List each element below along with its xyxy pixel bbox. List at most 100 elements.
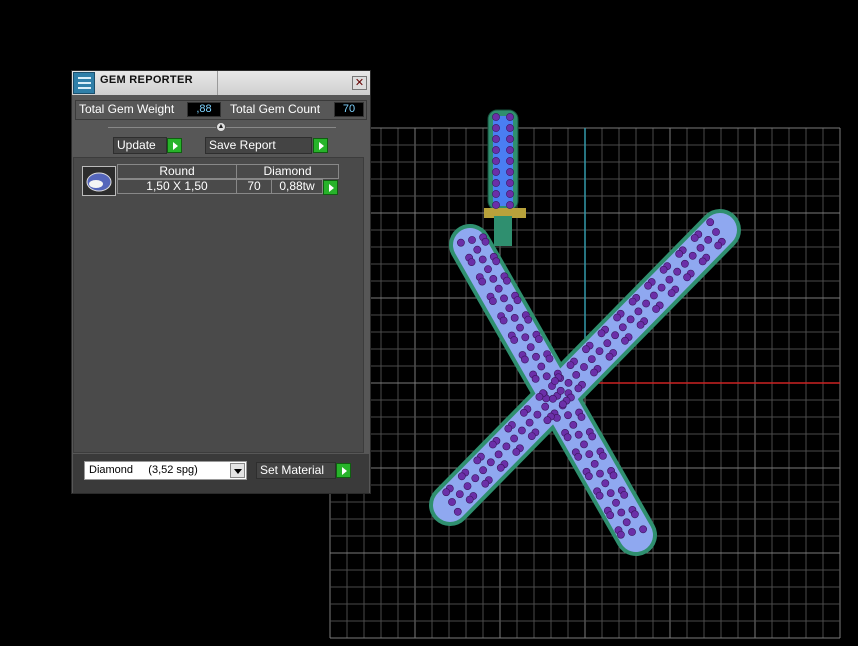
set-material-arrow-icon[interactable]	[336, 463, 351, 478]
title-separator	[217, 71, 218, 95]
gem-stone	[606, 511, 615, 520]
gem-stone	[524, 315, 533, 324]
set-material-button[interactable]: Set Material	[256, 462, 336, 479]
gem-stone	[500, 294, 508, 303]
gem-stone	[471, 474, 480, 483]
material-select[interactable]: Diamond (3,52 spg)	[84, 461, 247, 480]
gem-stone	[492, 146, 500, 154]
gem-stone	[502, 276, 511, 285]
gem-stone	[492, 201, 500, 209]
gem-stone	[506, 124, 514, 132]
gem-stone	[644, 281, 652, 290]
gem-stone	[492, 257, 501, 266]
gem-stone	[613, 313, 621, 322]
gem-row-arrow-icon[interactable]	[323, 180, 338, 195]
gem-stone	[585, 450, 594, 458]
gem-stone	[521, 333, 530, 342]
gem-stone	[488, 297, 497, 305]
gem-stone	[492, 190, 500, 198]
gem-stone	[541, 402, 550, 411]
gem-stone	[599, 451, 607, 460]
gem-stone	[484, 265, 492, 274]
gem-stone	[566, 361, 575, 369]
gem-stone	[601, 479, 610, 488]
gem-stone	[518, 426, 526, 435]
gem-stone	[621, 336, 629, 345]
gem-stone	[489, 274, 498, 283]
gem-stone	[688, 251, 697, 260]
gem-stone	[628, 528, 636, 536]
gem-stone	[478, 255, 487, 264]
gem-stone	[481, 479, 490, 488]
gem-stone	[526, 343, 535, 351]
gem-stone	[596, 469, 604, 478]
gem-stone	[506, 190, 514, 198]
gem-weight-cell: 0,88tw	[271, 179, 323, 194]
total-gem-count-value: 70	[334, 102, 364, 117]
gem-list-area	[73, 157, 364, 453]
gem-stone	[574, 430, 583, 439]
gem-stone	[496, 463, 505, 472]
gem-stone	[588, 432, 597, 441]
gem-stone	[492, 124, 500, 132]
gem-stone	[617, 530, 625, 539]
gem-stone	[681, 259, 689, 268]
gem-stone	[533, 410, 542, 419]
total-gem-weight-label: Total Gem Weight	[79, 102, 175, 116]
chevron-down-icon[interactable]	[230, 463, 245, 478]
gem-stone	[525, 418, 534, 427]
gem-stone	[481, 237, 490, 246]
save-report-button[interactable]: Save Report	[205, 137, 312, 154]
gem-stone	[590, 368, 598, 377]
save-report-arrow-icon[interactable]	[313, 138, 328, 153]
gem-stone	[549, 394, 557, 403]
gem-stone	[537, 362, 546, 371]
gem-stone	[574, 452, 583, 461]
gem-stone	[611, 331, 619, 340]
gem-stone	[442, 488, 451, 497]
gem-reporter-panel: GEM REPORTER ✕ Total Gem Weight ,88 Tota…	[71, 70, 371, 494]
gem-stone	[659, 265, 668, 274]
gem-stone	[535, 392, 544, 401]
gem-stone	[564, 411, 572, 420]
gem-stone	[696, 243, 705, 252]
gem-stone	[595, 491, 604, 500]
gem-stone	[712, 228, 720, 236]
gem-stone	[510, 313, 519, 322]
gem-stone	[510, 434, 518, 443]
gem-stone	[473, 245, 482, 254]
gem-stone	[626, 315, 635, 324]
gem-stone	[574, 384, 583, 393]
gem-shape-cell: Round	[117, 164, 237, 179]
total-gem-count-label: Total Gem Count	[230, 102, 321, 116]
title-bar[interactable]: GEM REPORTER ✕	[72, 71, 370, 95]
gem-stone	[609, 471, 618, 480]
gem-stone	[473, 456, 482, 465]
gem-stone	[499, 316, 508, 325]
gem-stone	[453, 507, 462, 516]
gem-stone	[665, 275, 674, 284]
gem-stone	[564, 378, 573, 387]
gem-stone	[620, 490, 629, 499]
gem-stone	[492, 113, 500, 121]
gem-stone	[704, 235, 713, 244]
update-button[interactable]: Update	[113, 137, 167, 154]
gem-stone	[479, 466, 487, 475]
gem-stone	[642, 299, 650, 308]
gem-stone	[652, 305, 660, 313]
gem-stone	[569, 420, 578, 429]
gem-stone	[488, 440, 497, 449]
collapse-arrow-icon[interactable]: ▲	[216, 122, 226, 132]
update-arrow-icon[interactable]	[167, 138, 182, 153]
gem-stone	[559, 400, 567, 409]
gem-stone	[698, 257, 707, 266]
close-icon[interactable]: ✕	[352, 76, 367, 90]
gem-stone	[622, 518, 631, 527]
gem-stone	[572, 370, 581, 379]
gem-stone	[603, 339, 612, 348]
gem-stone	[639, 525, 647, 534]
gem-stone	[510, 336, 519, 344]
gem-stone	[673, 267, 682, 276]
gem-stone	[502, 442, 511, 451]
gem-stone	[675, 249, 684, 258]
